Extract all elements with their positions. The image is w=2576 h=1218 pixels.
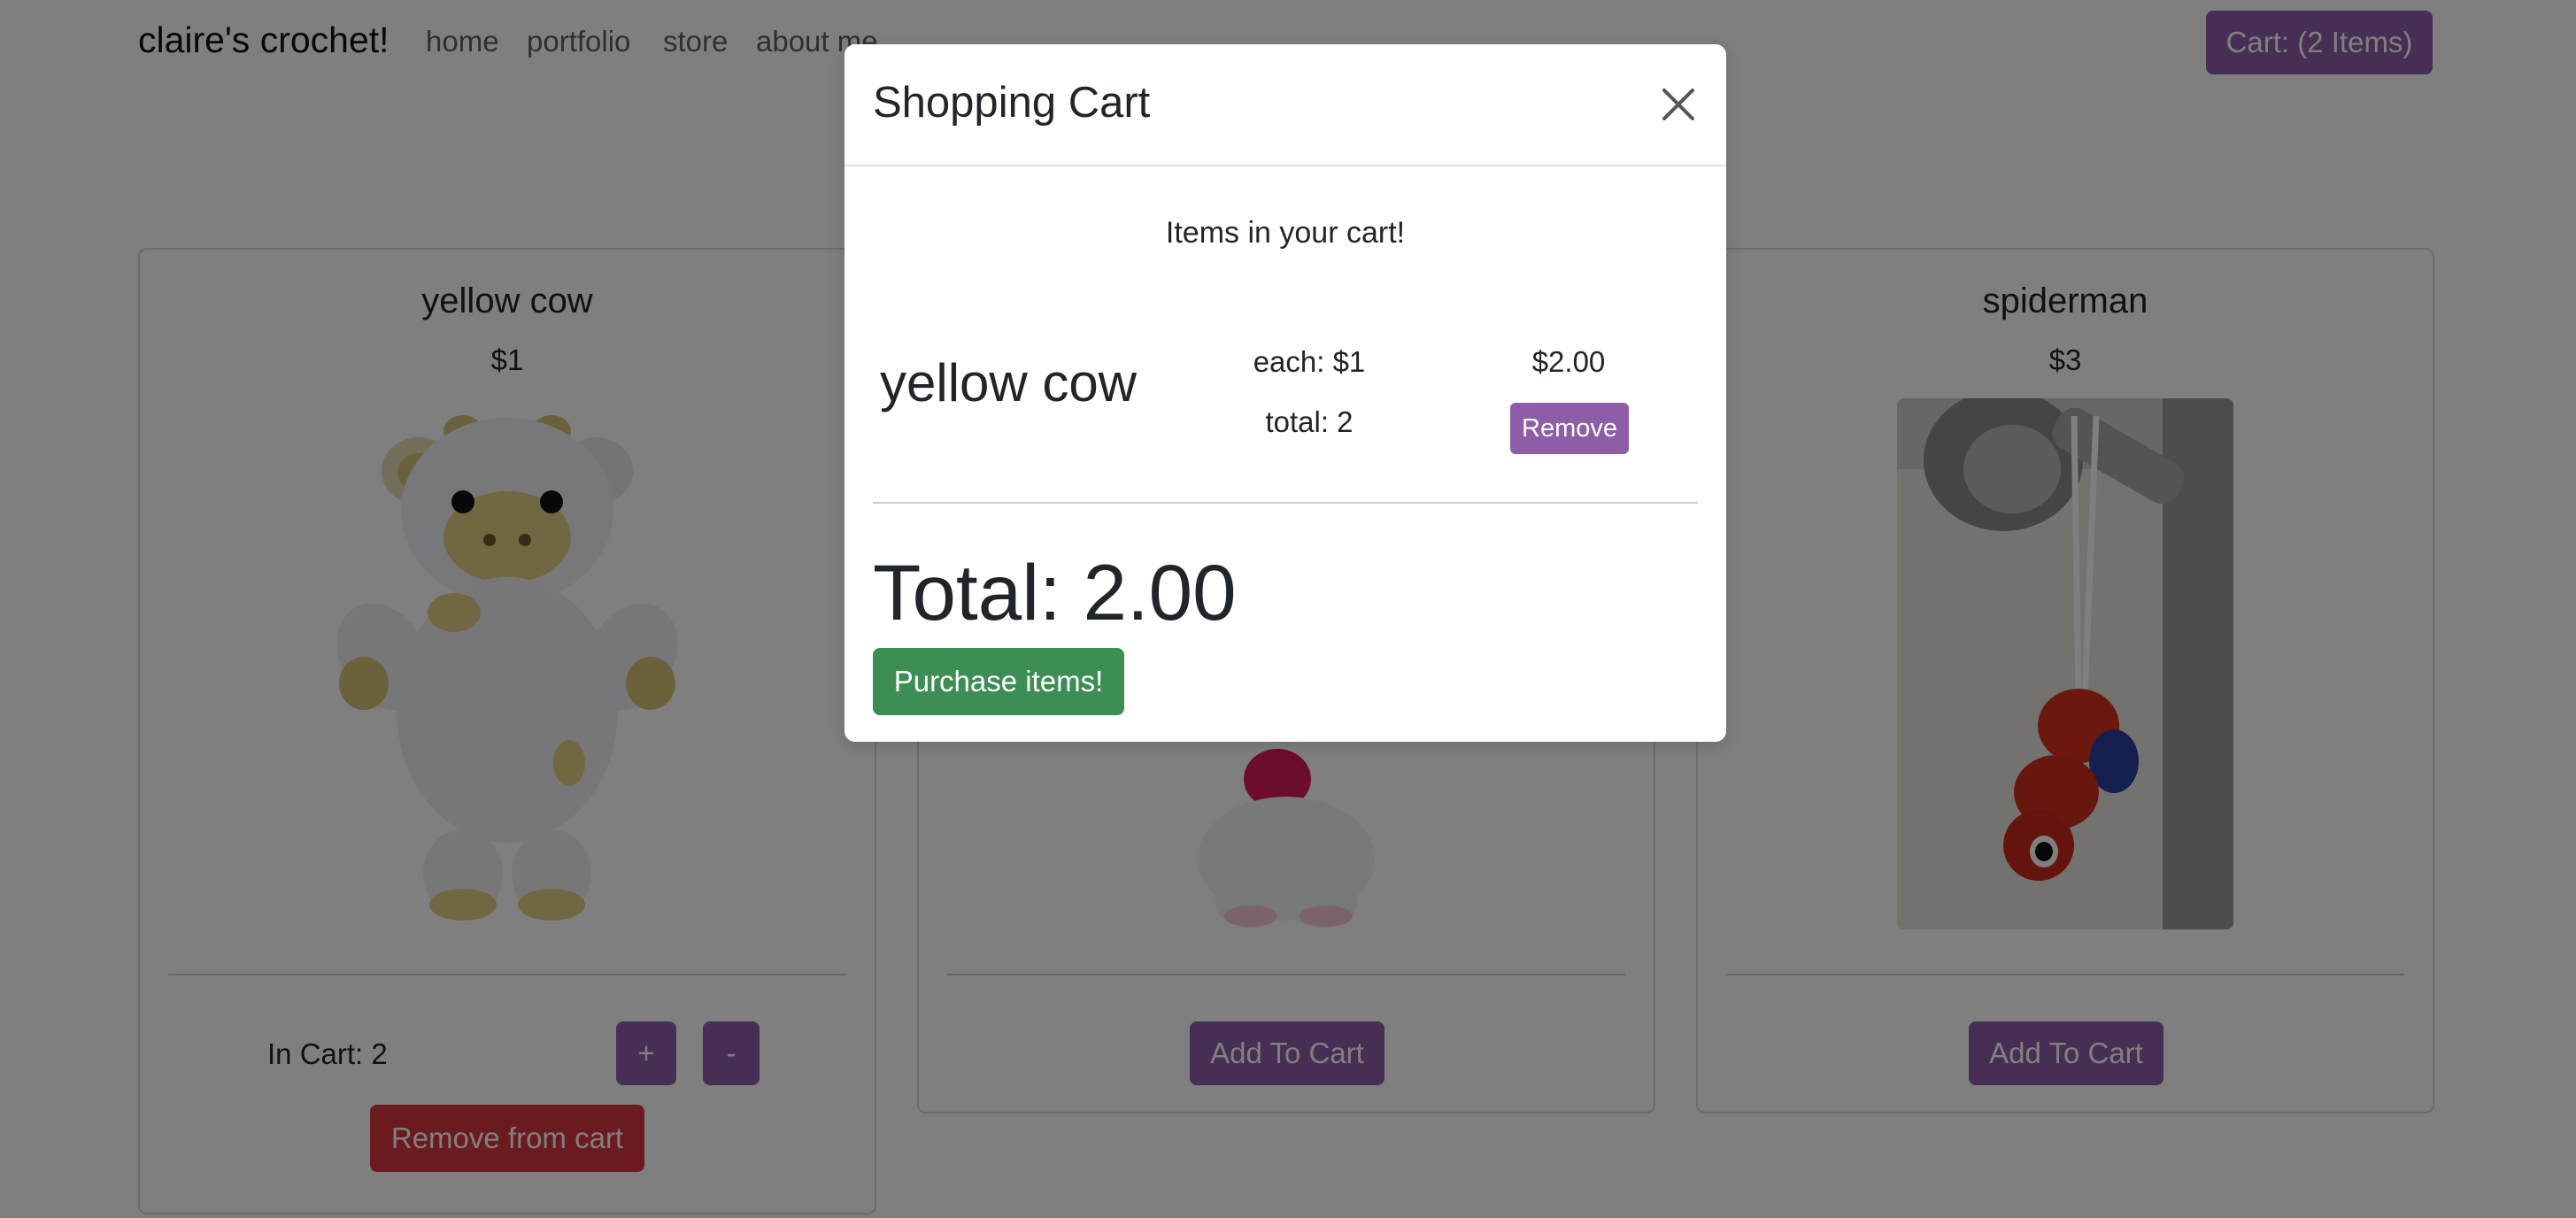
modal-title: Shopping Cart <box>873 79 1151 127</box>
close-icon[interactable] <box>1657 83 1700 126</box>
purchase-button[interactable]: Purchase items! <box>873 648 1124 715</box>
cart-item-unit-price: each: $1 <box>1253 345 1366 378</box>
modal-header: Shopping Cart <box>845 44 1726 166</box>
cart-total: Total: 2.00 <box>873 548 1237 636</box>
shopping-cart-modal: Shopping Cart Items in your cart! yellow… <box>845 44 1726 742</box>
modal-divider <box>873 502 1698 504</box>
cart-item-quantity: total: 2 <box>1265 405 1354 438</box>
cart-intro-text: Items in your cart! <box>1165 216 1406 250</box>
cart-item-subtotal: $2.00 <box>1531 345 1606 378</box>
cart-item-remove-button[interactable]: Remove <box>1510 403 1629 454</box>
cart-item-name: yellow cow <box>880 353 1138 412</box>
